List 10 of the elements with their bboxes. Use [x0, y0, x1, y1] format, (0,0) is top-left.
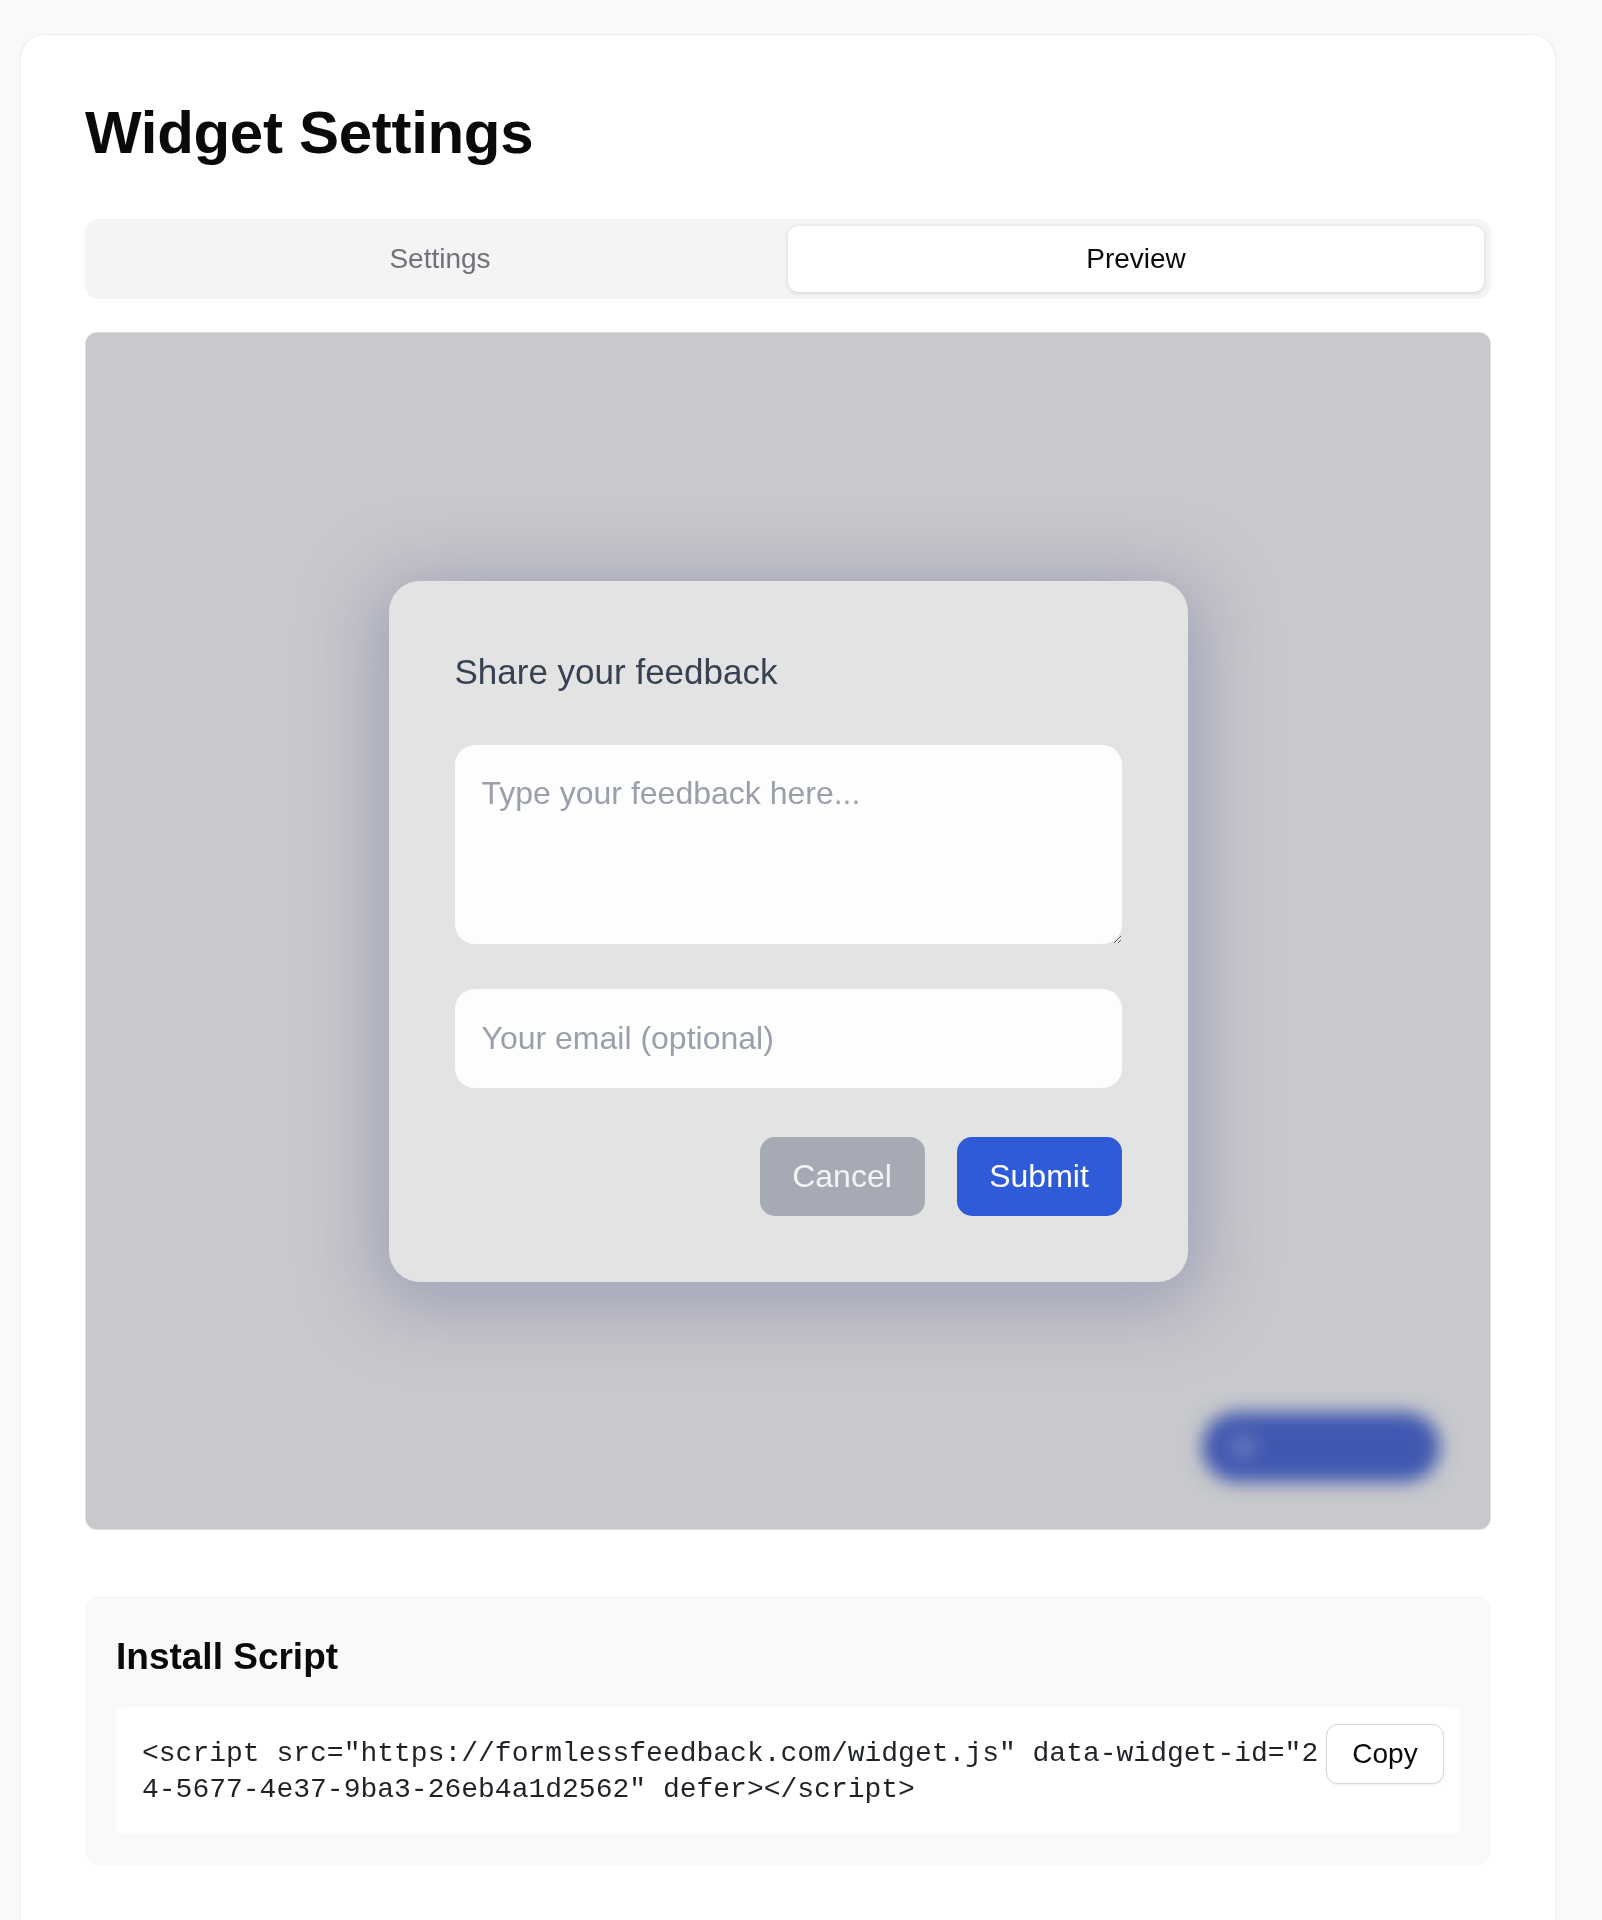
tab[interactable]: Preview	[788, 226, 1484, 292]
feedback-textarea[interactable]: Type your feedback here...	[454, 744, 1122, 944]
tab[interactable]: Settings	[92, 226, 788, 292]
page-title: Widget Settings	[85, 98, 534, 168]
script-code: <script src="https://formlessfeedback.com/widget.js" data-widget-id="2 4-5677-4e37-9ba3-26eb4a1d2562" defer></script>	[142, 1737, 1319, 1807]
email-input[interactable]: Your email (optional)	[454, 988, 1122, 1088]
submit-button[interactable]: Submit	[956, 1136, 1122, 1216]
copy-button[interactable]: Copy	[1326, 1724, 1444, 1784]
dialog-title: Share your feedback	[454, 650, 778, 693]
install-title: Install Script	[116, 1635, 339, 1679]
